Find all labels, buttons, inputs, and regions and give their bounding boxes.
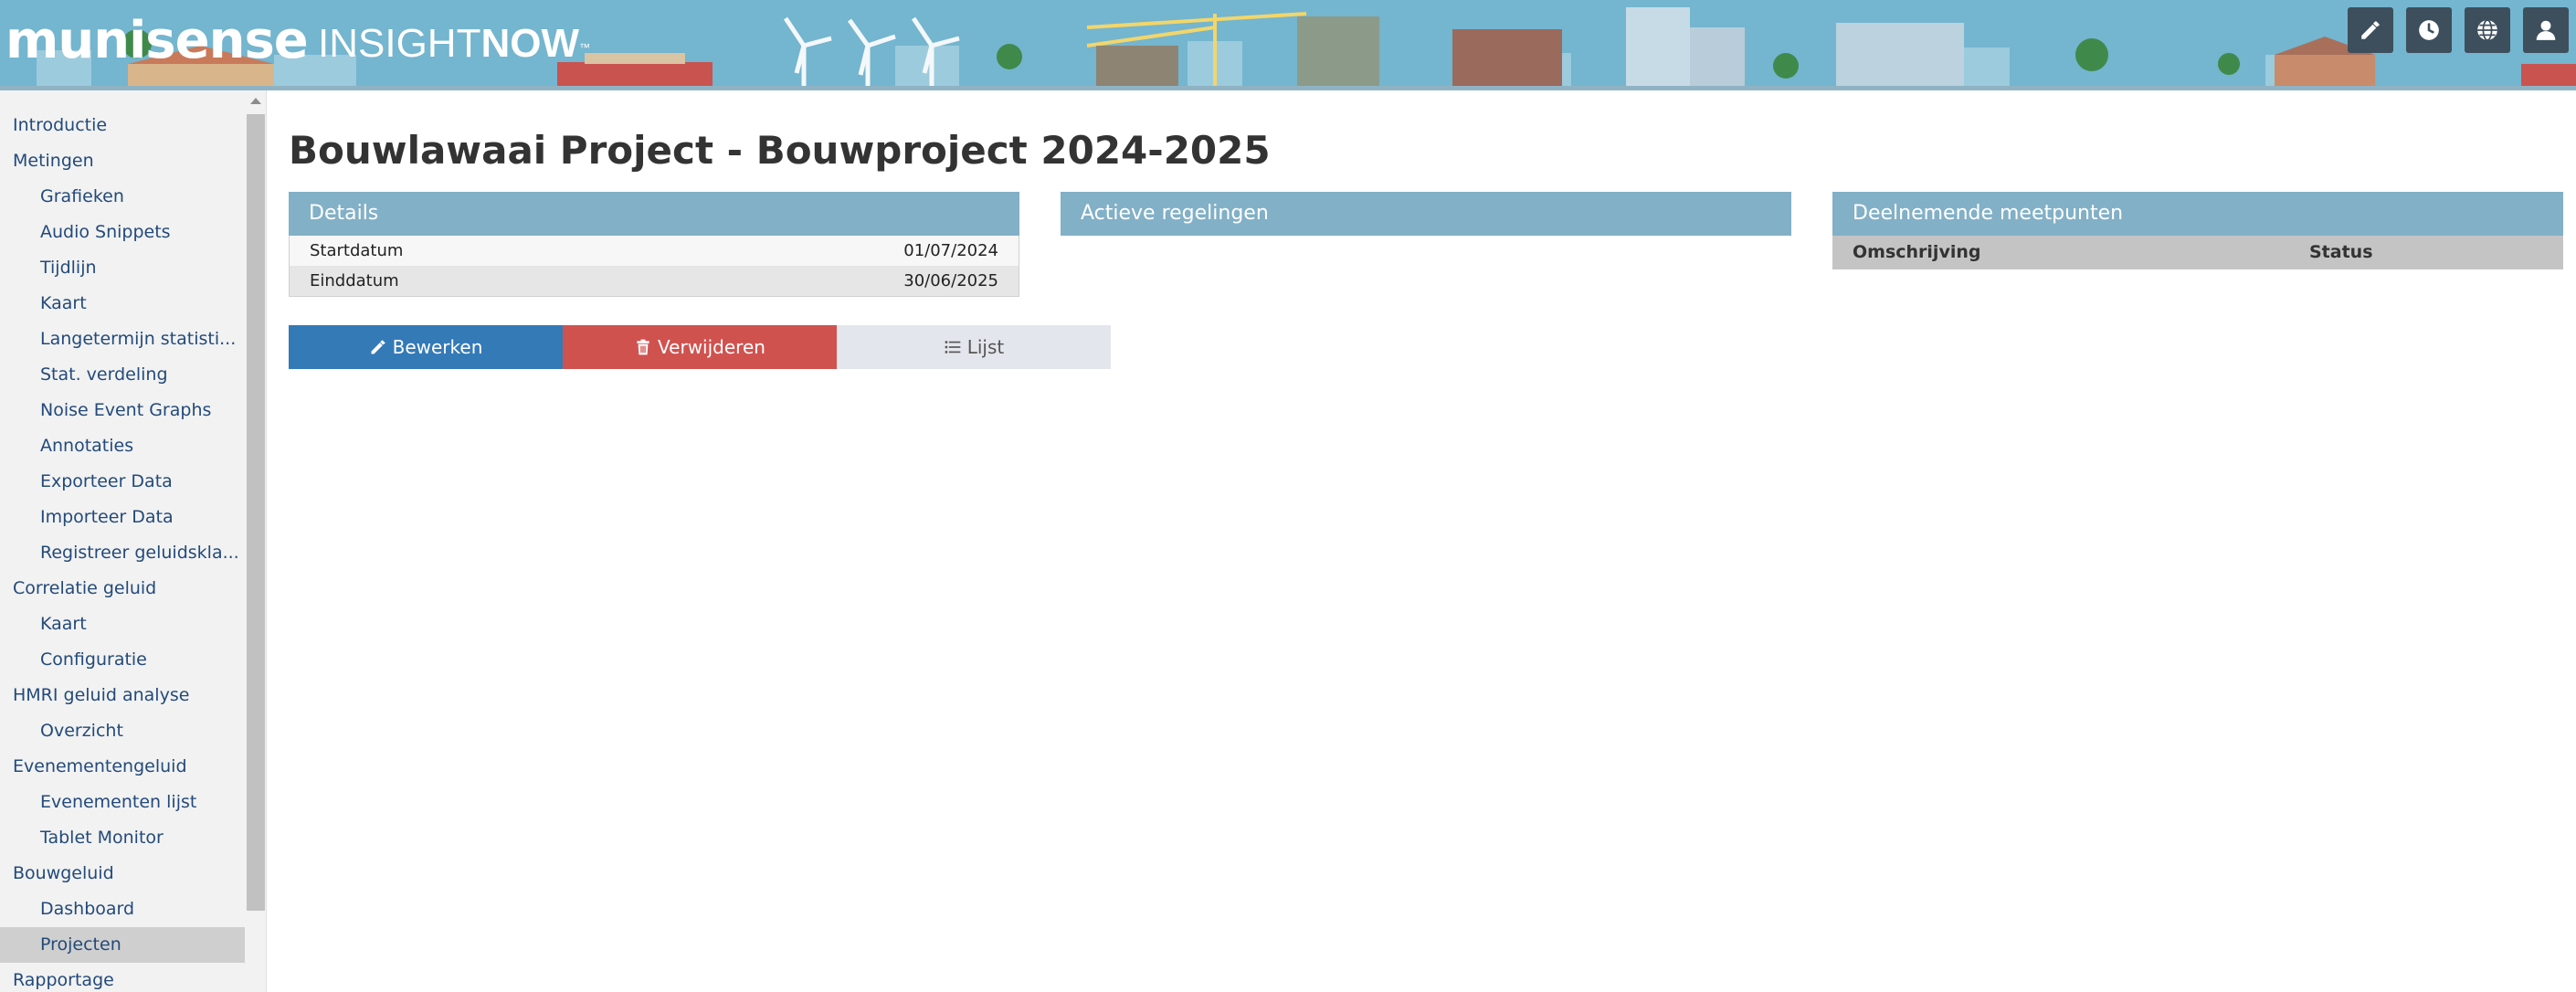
scroll-up-arrow-icon[interactable] xyxy=(250,98,261,104)
trademark-symbol: ™ xyxy=(578,41,590,54)
sidebar-item-hmri-geluid-analyse[interactable]: HMRI geluid analyse xyxy=(0,678,245,713)
measuring-points-panel-heading: Deelnemende meetpunten xyxy=(1832,192,2563,236)
edit-button[interactable]: Bewerken xyxy=(289,325,563,369)
sidebar-item-annotaties[interactable]: Annotaties xyxy=(0,428,245,464)
munisense-logo: munisense xyxy=(5,11,309,70)
column-header-status[interactable]: Status xyxy=(2309,236,2373,269)
detail-label: Einddatum xyxy=(310,271,399,290)
page-title: Bouwlawaai Project - Bouwproject 2024-20… xyxy=(289,128,1271,173)
sidebar-item-dashboard[interactable]: Dashboard xyxy=(0,892,245,927)
list-button-label: Lijst xyxy=(966,336,1005,358)
detail-row-einddatum: Einddatum 30/06/2025 xyxy=(290,266,1019,296)
active-regulations-panel: Actieve regelingen xyxy=(1061,192,1791,236)
sidebar: Introductie Metingen Grafieken Audio Snippe… xyxy=(0,90,267,992)
sidebar-item-evenementen-lijst[interactable]: Evenementen lijst xyxy=(0,785,245,820)
edit-mode-button[interactable] xyxy=(2348,7,2393,53)
regulations-panel-heading: Actieve regelingen xyxy=(1061,192,1791,236)
sidebar-nav: Introductie Metingen Grafieken Audio Snippe… xyxy=(0,90,245,992)
column-header-omschrijving[interactable]: Omschrijving xyxy=(1853,236,1980,269)
sidebar-item-registreer-geluidskla[interactable]: Registreer geluidskla... xyxy=(0,535,245,571)
language-button[interactable] xyxy=(2465,7,2510,53)
sidebar-item-metingen[interactable]: Metingen xyxy=(0,143,245,179)
sidebar-item-configuratie[interactable]: Configuratie xyxy=(0,642,245,678)
pencil-icon xyxy=(371,340,385,354)
sidebar-item-grafieken[interactable]: Grafieken xyxy=(0,179,245,215)
action-bar: Bewerken Verwijderen Lijst xyxy=(289,325,1111,369)
details-panel-heading: Details xyxy=(289,192,1019,236)
delete-button-label: Verwijderen xyxy=(658,336,765,358)
header-banner: munisense INSIGHTNOW™ xyxy=(0,0,2576,90)
edit-button-label: Bewerken xyxy=(392,336,483,358)
sidebar-item-importeer-data[interactable]: Importeer Data xyxy=(0,500,245,535)
sidebar-item-exporteer-data[interactable]: Exporteer Data xyxy=(0,464,245,500)
pencil-icon xyxy=(2361,21,2380,39)
sidebar-item-audio-snippets[interactable]: Audio Snippets xyxy=(0,215,245,250)
history-button[interactable] xyxy=(2406,7,2452,53)
globe-icon xyxy=(2477,19,2497,41)
measuring-points-table-header: Omschrijving Status xyxy=(1832,236,2563,269)
sidebar-item-introductie[interactable]: Introductie xyxy=(0,108,245,143)
list-icon xyxy=(945,341,961,354)
sidebar-item-langetermijn-statisti[interactable]: Langetermijn statisti... xyxy=(0,322,245,357)
sidebar-item-kaart[interactable]: Kaart xyxy=(0,286,245,322)
sidebar-item-overzicht[interactable]: Overzicht xyxy=(0,713,245,749)
sidebar-nav-list: Introductie Metingen Grafieken Audio Snippe… xyxy=(0,108,245,992)
user-icon xyxy=(2536,20,2556,40)
list-button[interactable]: Lijst xyxy=(837,325,1111,369)
sidebar-item-noise-event-graphs[interactable]: Noise Event Graphs xyxy=(0,393,245,428)
delete-button[interactable]: Verwijderen xyxy=(563,325,837,369)
sidebar-item-bouwgeluid[interactable]: Bouwgeluid xyxy=(0,856,245,892)
detail-value: 30/06/2025 xyxy=(903,271,998,290)
insightnow-product-name: INSIGHTNOW™ xyxy=(318,20,590,68)
user-menu-button[interactable] xyxy=(2523,7,2569,53)
sidebar-item-kaart[interactable]: Kaart xyxy=(0,607,245,642)
sidebar-item-rapportage[interactable]: Rapportage xyxy=(0,963,245,992)
sidebar-item-tijdlijn[interactable]: Tijdlijn xyxy=(0,250,245,286)
product-name-light: INSIGHT xyxy=(318,21,481,66)
detail-value: 01/07/2024 xyxy=(903,241,998,260)
sidebar-item-stat-verdeling[interactable]: Stat. verdeling xyxy=(0,357,245,393)
sidebar-item-correlatie-geluid[interactable]: Correlatie geluid xyxy=(0,571,245,607)
sidebar-item-projecten[interactable]: Projecten xyxy=(0,927,245,963)
trash-icon xyxy=(637,339,649,355)
details-panel: Details Startdatum 01/07/2024 Einddatum … xyxy=(289,192,1019,297)
scrollbar-thumb[interactable] xyxy=(247,114,265,911)
sidebar-item-tablet-monitor[interactable]: Tablet Monitor xyxy=(0,820,245,856)
detail-label: Startdatum xyxy=(310,241,404,260)
sidebar-item-evenementengeluid[interactable]: Evenementengeluid xyxy=(0,749,245,785)
sidebar-scrollbar[interactable] xyxy=(245,90,266,992)
product-name-bold: NOW xyxy=(480,21,579,66)
main-content: Bouwlawaai Project - Bouwproject 2024-20… xyxy=(267,90,2576,992)
participating-measuring-points-panel: Deelnemende meetpunten Omschrijving Stat… xyxy=(1832,192,2563,269)
clock-icon xyxy=(2419,20,2439,40)
detail-row-startdatum: Startdatum 01/07/2024 xyxy=(290,236,1019,266)
